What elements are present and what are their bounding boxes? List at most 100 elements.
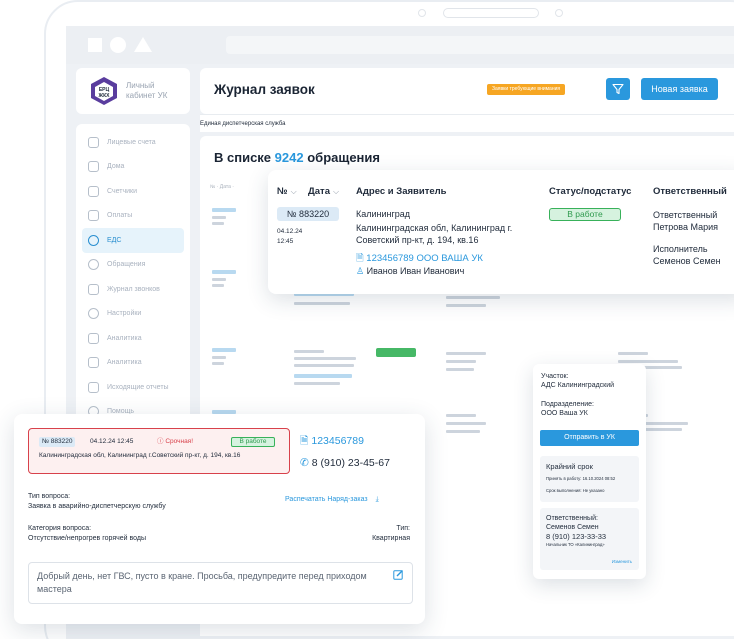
brand-card[interactable]: ЕРЦ ЖКХ Личный кабинет УК: [76, 68, 190, 114]
question-category-value: Отсутствие/непрогрев горячей воды: [28, 535, 146, 542]
sidebar-item-payments[interactable]: Оплаты: [76, 204, 190, 229]
column-header-date-label: Дата: [308, 186, 330, 197]
home-icon: [88, 161, 99, 173]
sidebar-item-label: Исходящие отчеты: [107, 383, 169, 391]
svg-text:ЖКХ: ЖКХ: [98, 93, 111, 99]
column-header-number[interactable]: № ⌵: [277, 186, 297, 197]
phone-icon: ✆: [300, 457, 309, 469]
deadline-title: Крайний срок: [546, 462, 593, 471]
account-link[interactable]: 🗎 123456789: [300, 433, 364, 451]
sidebar-item-requests[interactable]: Обращения: [76, 253, 190, 278]
accounts-icon: [88, 136, 99, 148]
print-order-link[interactable]: Распечатать Наряд-заказ ⤓: [285, 496, 379, 504]
request-number-badge[interactable]: № 883220: [277, 207, 339, 221]
column-header-date[interactable]: Дата ⌵: [308, 186, 339, 197]
responsible-block: Ответственный Петрова Мария: [653, 209, 718, 233]
edit-icon[interactable]: [393, 569, 404, 580]
sidebar-item-outgoing-reports[interactable]: Исходящие отчеты: [76, 375, 190, 400]
sidebar-item-houses[interactable]: Дома: [76, 155, 190, 180]
user-icon: ♙: [356, 266, 365, 276]
request-kind-value: Квартирная: [372, 535, 410, 542]
document-icon: 🗎: [356, 253, 364, 264]
gear-icon: [88, 308, 99, 320]
question-category: Категория вопроса: Отсутствие/непрогрев …: [28, 524, 146, 544]
sidebar-item-label: Настройки: [107, 310, 142, 318]
question-type-value: Заявка в аварийно-диспетчерскую службу: [28, 503, 166, 510]
sidebar-item-analytics[interactable]: Аналитика: [76, 326, 190, 351]
chat-icon: [88, 234, 99, 246]
phone-link[interactable]: ✆ 8 (910) 23-45-67: [300, 457, 390, 469]
request-number-badge[interactable]: № 883220: [39, 437, 76, 447]
responsible-label: Ответственный:: [546, 515, 598, 522]
download-icon: ⤓: [375, 496, 379, 503]
request-summary: № 883220 04.12.24 12:45 ⓘ Срочная! В раб…: [28, 428, 290, 474]
column-header-responsible: Ответственный: [653, 186, 727, 197]
alert-icon: ⓘ: [157, 438, 164, 445]
sidebar-item-call-log[interactable]: Журнал звонков: [76, 277, 190, 302]
browser-chrome: [66, 26, 734, 64]
page-title: Журнал заявок: [214, 82, 315, 97]
sidebar-item-analytics-2[interactable]: Аналитика: [76, 351, 190, 376]
request-kind: Тип: Квартирная: [358, 524, 410, 544]
account-text: 123456789: [311, 435, 364, 447]
responsible-role: Начальник ТО «Калининград»: [546, 542, 605, 547]
division-label: Подразделение:: [541, 401, 594, 408]
sidebar-item-eds[interactable]: ЕДС: [82, 228, 184, 253]
list-title-prefix: В списке: [214, 150, 272, 165]
outbox-icon: [88, 381, 99, 393]
send-to-uk-button[interactable]: Отправить в УК: [540, 430, 639, 446]
attention-badge[interactable]: Заявки требующие внимания: [487, 84, 566, 95]
filter-button[interactable]: [606, 78, 630, 100]
report-icon: [88, 357, 99, 369]
logo-icon: ЕРЦ ЖКХ: [91, 77, 117, 105]
accept-deadline: Принять в работу: 16.10.2024 08:52: [546, 476, 616, 481]
sidebar-item-settings[interactable]: Настройки: [76, 302, 190, 327]
sidebar-item-accounts[interactable]: Лицевые счета: [76, 130, 190, 155]
meters-icon: [88, 185, 99, 197]
assignment-panel: Участок: АДС Калининградский Подразделен…: [533, 364, 646, 579]
responsible-info: Ответственный: Семенов Семен 8 (910) 123…: [546, 514, 606, 549]
division-value: ООО Ваша УК: [541, 410, 588, 417]
card-icon: [88, 210, 99, 222]
status-badge: В работе: [549, 208, 621, 221]
comment-box[interactable]: Добрый день, нет ГВС, пусто в кране. Про…: [28, 562, 413, 604]
speaker-slot: [443, 8, 539, 18]
sidebar-item-label: Аналитика: [107, 359, 142, 367]
sidebar-item-label: ЕДС: [107, 236, 122, 244]
list-title-suffix: обращения: [307, 150, 380, 165]
sensor-dot-icon: [555, 9, 563, 17]
urgent-flag: ⓘ Срочная!: [157, 437, 193, 447]
phone-text: 8 (910) 23-45-67: [311, 457, 390, 469]
new-request-button[interactable]: Новая заявка: [641, 78, 718, 100]
filter-icon: [612, 83, 624, 95]
request-datetime: 04.12.24 12:45: [90, 438, 134, 445]
circle-icon: [110, 37, 126, 53]
applicant: ♙ Иванов Иван Иванович: [356, 266, 464, 277]
column-header-address: Адрес и Заявитель: [356, 186, 447, 197]
question-type-label: Тип вопроса:: [28, 493, 71, 500]
request-address: Калининградская обл, Калининград г.Совет…: [39, 452, 241, 459]
sidebar-item-label: Оплаты: [107, 212, 133, 220]
change-link[interactable]: Изменить: [612, 559, 632, 564]
comment-text: Добрый день, нет ГВС, пусто в кране. Про…: [37, 571, 367, 594]
deadline-block: Крайний срок Принять в работу: 16.10.202…: [540, 456, 639, 502]
brand-title-line2: кабинет УК: [126, 91, 168, 100]
request-date: 04.12.24: [277, 228, 303, 235]
question-category-label: Категория вопроса:: [28, 525, 92, 532]
sidebar-item-label: Аналитика: [107, 334, 142, 342]
division-block: Подразделение: ООО Ваша УК: [541, 400, 594, 418]
account-link[interactable]: 🗎 123456789 ООО ВАША УК: [356, 251, 483, 267]
message-icon: [88, 259, 99, 271]
executor-block: Исполнитель Семенов Семен: [653, 243, 721, 267]
sidebar-item-label: Лицевые счета: [107, 138, 156, 146]
sidebar-item-meters[interactable]: Счетчики: [76, 179, 190, 204]
brand-title-line1: Личный: [126, 81, 155, 90]
account-text: 123456789 ООО ВАША УК: [366, 253, 483, 264]
responsible-card: Ответственный: Семенов Семен 8 (910) 123…: [540, 508, 639, 570]
request-time: 12:45: [277, 238, 294, 245]
request-datetime: 04.12.24 12:45: [277, 227, 302, 247]
list-count: 9242: [274, 150, 304, 165]
address-bar[interactable]: [226, 36, 734, 54]
responsible-name: Семенов Семен: [546, 524, 599, 531]
sidebar-item-label: Счетчики: [107, 187, 138, 195]
